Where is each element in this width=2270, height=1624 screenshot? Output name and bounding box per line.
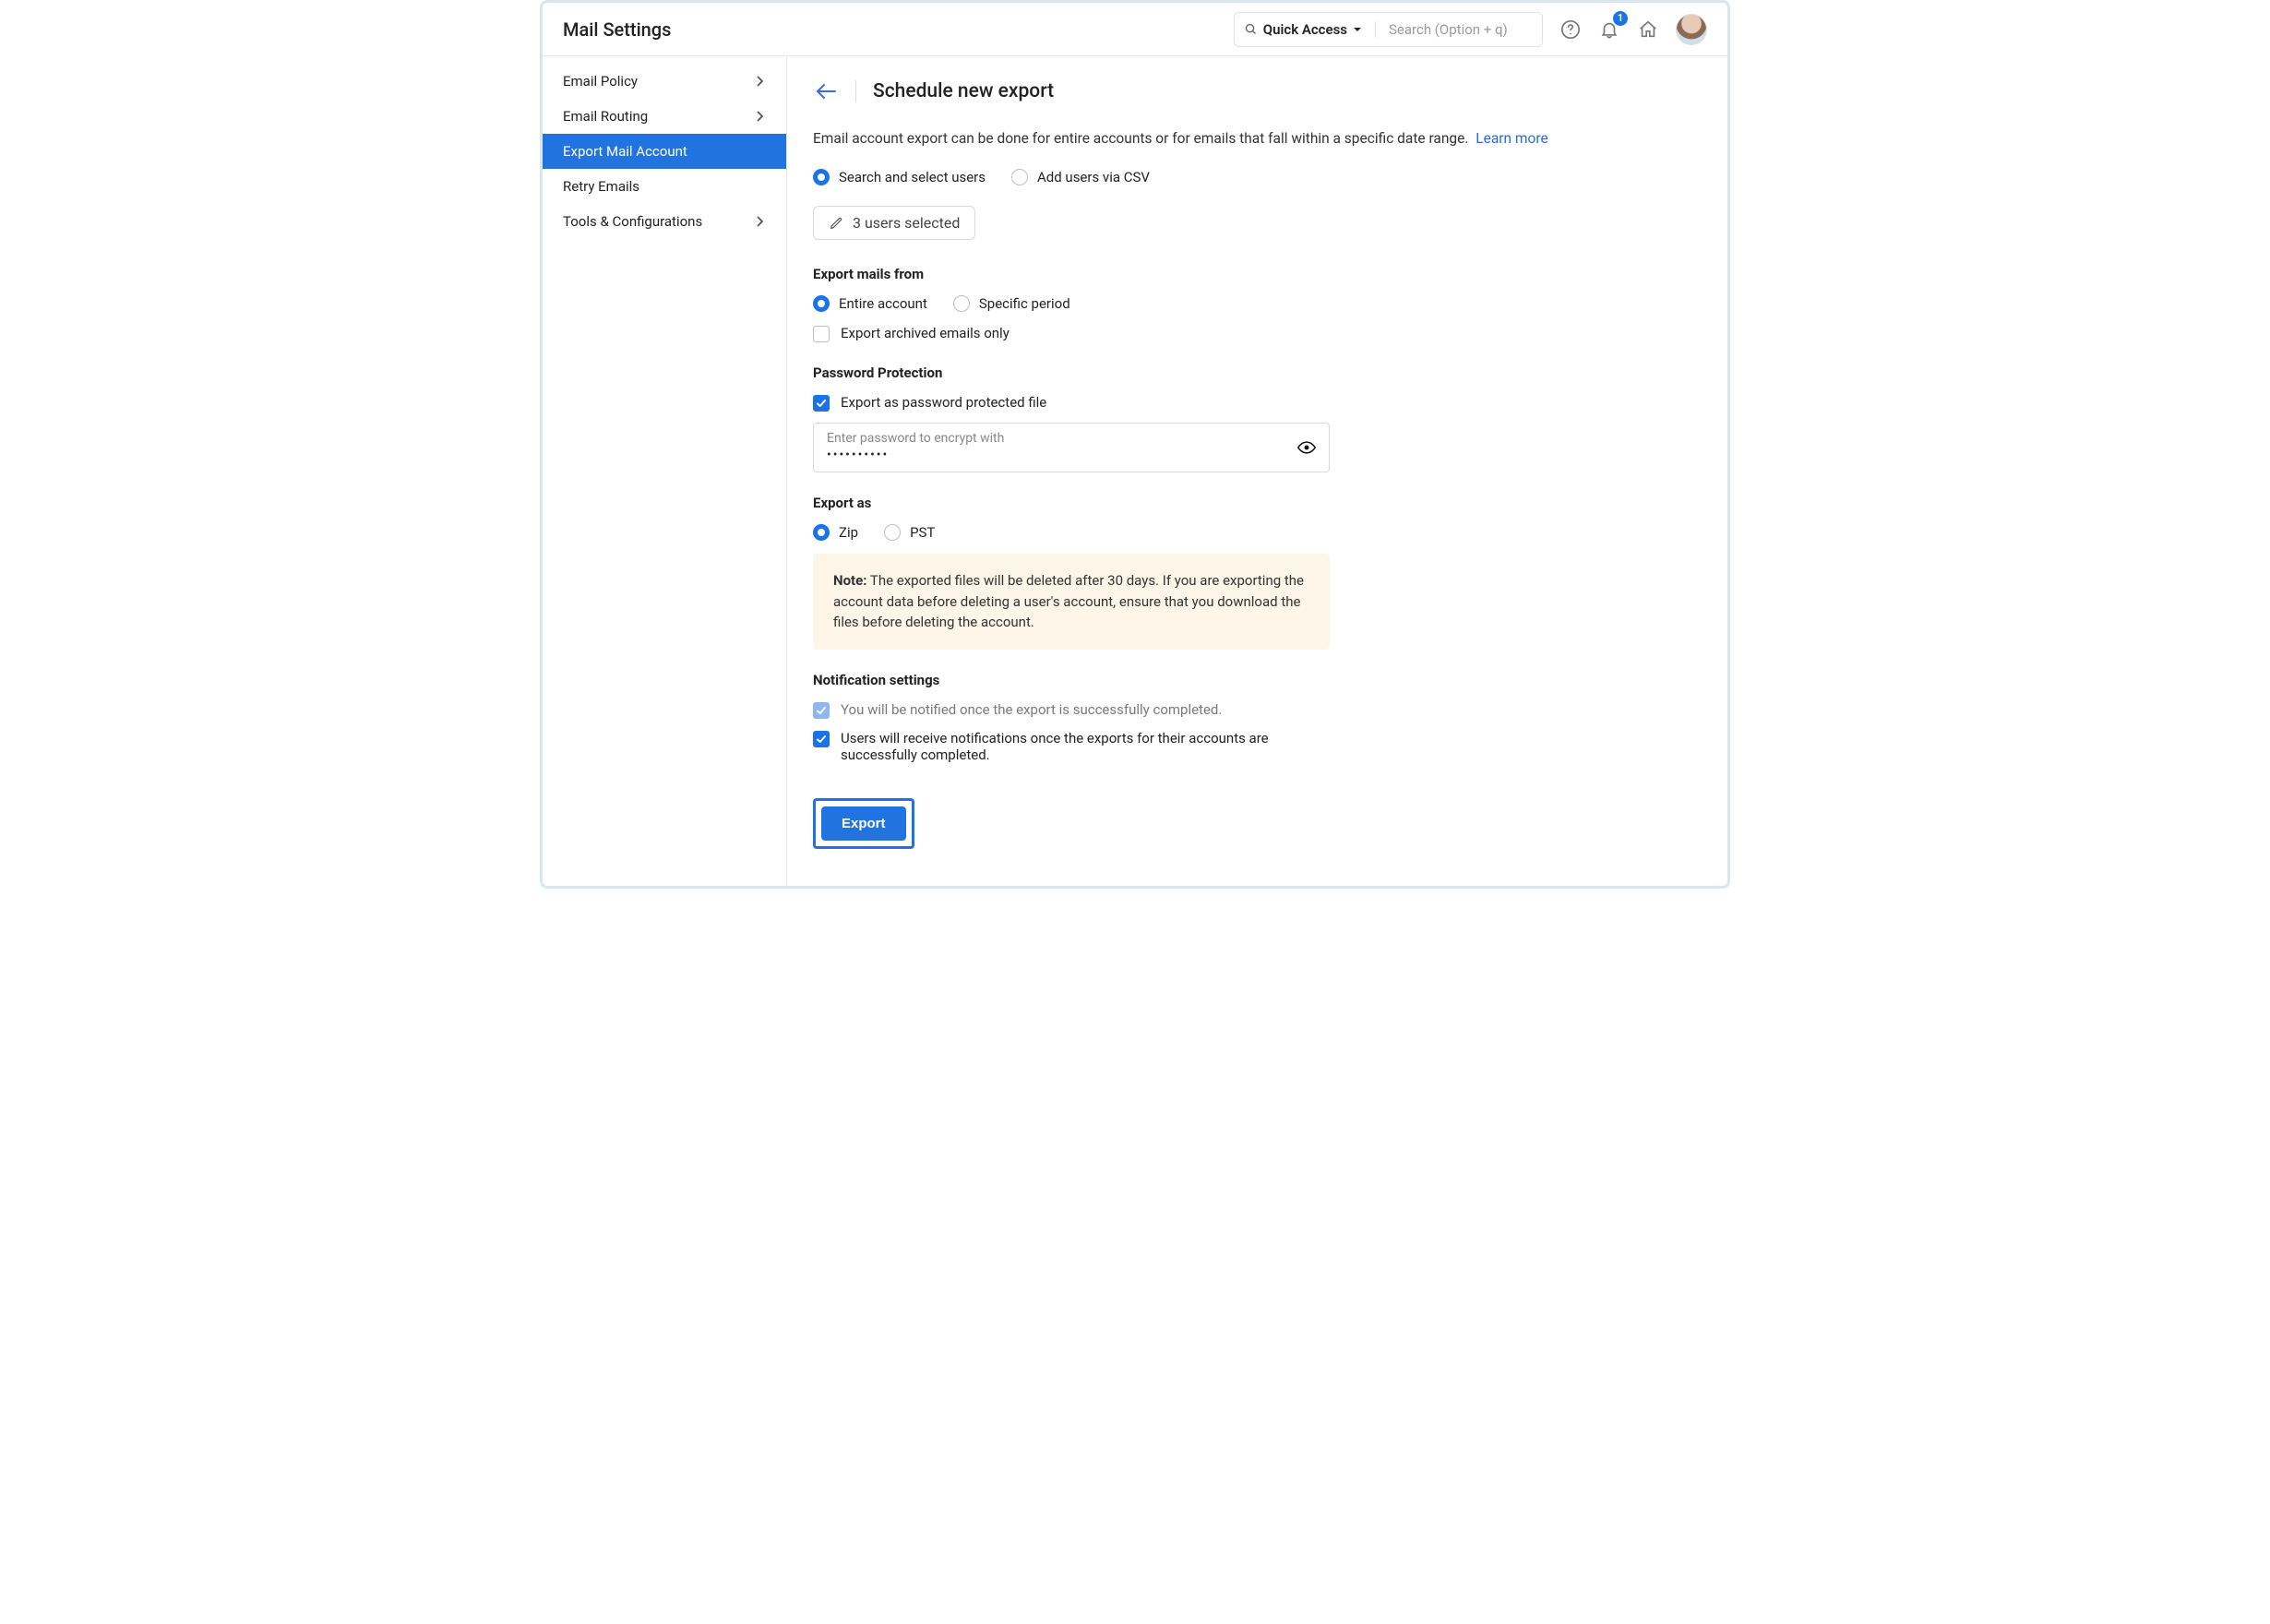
checkbox-notify-users[interactable] [813, 731, 830, 747]
radio-entire-account[interactable]: Entire account [813, 295, 927, 312]
radio-icon [1011, 169, 1028, 185]
radio-label: Search and select users [839, 169, 986, 185]
intro-text: Email account export can be done for ent… [813, 130, 1702, 147]
section-heading-password: Password Protection [813, 364, 1702, 381]
checkbox-label: You will be notified once the export is … [841, 701, 1222, 718]
home-icon[interactable] [1637, 18, 1659, 41]
export-highlight: Export [813, 798, 914, 849]
radio-label: Add users via CSV [1037, 169, 1150, 185]
radio-specific-period[interactable]: Specific period [953, 295, 1070, 312]
avatar[interactable] [1676, 14, 1707, 45]
radio-label: PST [910, 524, 935, 541]
section-heading-export-as: Export as [813, 495, 1702, 511]
sidebar-item-email-routing[interactable]: Email Routing [543, 99, 786, 134]
radio-add-users-csv[interactable]: Add users via CSV [1011, 169, 1150, 185]
divider [855, 80, 856, 102]
quick-access-search[interactable]: Quick Access Search (Option + q) [1234, 12, 1543, 47]
password-value: •••••••••• [827, 448, 1316, 462]
sidebar-item-label: Email Policy [563, 73, 638, 90]
chevron-right-icon [753, 215, 766, 228]
sidebar-item-label: Export Mail Account [563, 143, 687, 160]
section-heading-export-from: Export mails from [813, 266, 1702, 282]
back-button[interactable] [813, 78, 839, 104]
note-text: The exported files will be deleted after… [833, 572, 1304, 630]
sidebar-item-tools-configurations[interactable]: Tools & Configurations [543, 204, 786, 239]
learn-more-link[interactable]: Learn more [1476, 130, 1547, 147]
radio-label: Zip [839, 524, 858, 541]
password-input[interactable]: Enter password to encrypt with •••••••••… [813, 423, 1330, 472]
chevron-right-icon [753, 75, 766, 88]
radio-pst[interactable]: PST [884, 524, 935, 541]
search-placeholder: Search (Option + q) [1376, 21, 1533, 38]
radio-search-select-users[interactable]: Search and select users [813, 169, 986, 185]
radio-icon [953, 295, 970, 312]
radio-label: Entire account [839, 295, 927, 312]
notification-badge: 1 [1613, 11, 1628, 26]
password-placeholder: Enter password to encrypt with [827, 431, 1316, 446]
eye-icon[interactable] [1297, 441, 1316, 454]
notifications-icon[interactable]: 1 [1598, 18, 1620, 41]
page-header-title: Mail Settings [563, 18, 671, 41]
search-icon [1244, 22, 1258, 36]
selected-users-label: 3 users selected [853, 214, 960, 232]
radio-icon [813, 524, 830, 541]
page-title: Schedule new export [873, 80, 1054, 102]
radio-label: Specific period [979, 295, 1070, 312]
chevron-right-icon [753, 110, 766, 123]
sidebar-item-export-mail-account[interactable]: Export Mail Account [543, 134, 786, 169]
checkbox-password-protect[interactable] [813, 395, 830, 412]
checkbox-label: Export as password protected file [841, 394, 1046, 411]
caret-down-icon [1353, 25, 1362, 34]
sidebar-item-email-policy[interactable]: Email Policy [543, 64, 786, 99]
sidebar-item-retry-emails[interactable]: Retry Emails [543, 169, 786, 204]
export-button[interactable]: Export [821, 806, 906, 841]
section-heading-notifications: Notification settings [813, 672, 1702, 688]
note-prefix: Note: [833, 572, 866, 589]
note-box: Note: The exported files will be deleted… [813, 554, 1330, 650]
checkbox-archived-only[interactable] [813, 326, 830, 342]
quick-access-label: Quick Access [1263, 21, 1347, 38]
pencil-icon [829, 216, 843, 231]
sidebar: Email Policy Email Routing Export Mail A… [543, 56, 787, 886]
checkbox-notify-self[interactable] [813, 702, 830, 719]
radio-icon [813, 295, 830, 312]
sidebar-item-label: Retry Emails [563, 178, 639, 195]
help-icon[interactable] [1559, 18, 1582, 41]
selected-users-button[interactable]: 3 users selected [813, 206, 975, 240]
radio-icon [813, 169, 830, 185]
radio-icon [884, 524, 901, 541]
sidebar-item-label: Tools & Configurations [563, 213, 702, 230]
radio-zip[interactable]: Zip [813, 524, 858, 541]
sidebar-item-label: Email Routing [563, 108, 648, 125]
checkbox-label: Export archived emails only [841, 325, 1010, 341]
checkbox-label: Users will receive notifications once th… [841, 730, 1330, 763]
